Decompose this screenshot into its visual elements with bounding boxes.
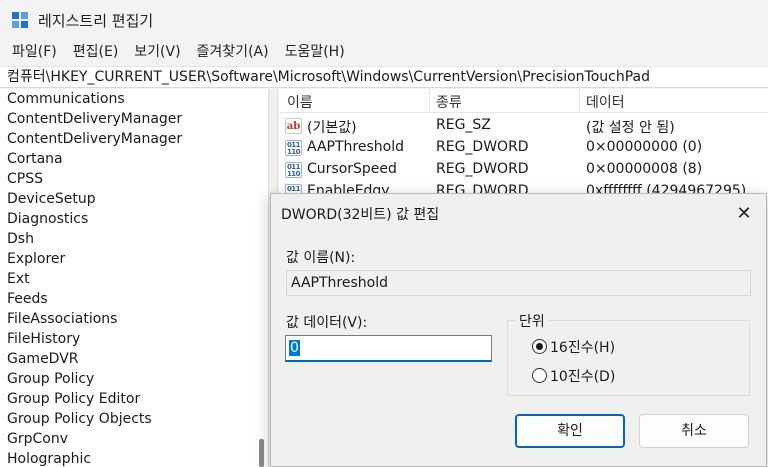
tree-item[interactable]: FileAssociations xyxy=(0,309,268,329)
value-name-label: 값 이름(N): xyxy=(286,250,356,266)
dec-radio-label[interactable]: 10진수(D) xyxy=(550,366,615,386)
value-name: AAPThreshold xyxy=(307,139,404,155)
dialog-title: DWORD(32비트) 값 편집 xyxy=(281,207,440,223)
menu-edit[interactable]: 편집(E) xyxy=(65,38,127,66)
hex-radio-label[interactable]: 16진수(H) xyxy=(550,337,615,357)
value-type: REG_DWORD xyxy=(436,139,529,155)
tree-item[interactable]: FileHistory xyxy=(0,329,268,349)
string-value-icon: ab xyxy=(285,118,302,134)
column-divider[interactable] xyxy=(579,89,580,113)
tree-item[interactable]: Cortana xyxy=(0,149,268,169)
value-type: REG_SZ xyxy=(436,117,491,133)
column-header-data[interactable]: 데이터 xyxy=(586,92,625,112)
value-data: 0×00000008 (8) xyxy=(586,161,703,177)
tree-item[interactable]: Group Policy xyxy=(0,369,268,389)
value-data: (값 설정 안 됨) xyxy=(586,120,675,136)
tree-scrollbar[interactable] xyxy=(256,89,268,467)
value-data-text: 0 xyxy=(289,340,300,356)
tree-item[interactable]: Explorer xyxy=(0,249,268,269)
tree-item[interactable]: CPSS xyxy=(0,169,268,189)
value-name-field: AAPThreshold xyxy=(286,270,751,296)
regedit-app-icon xyxy=(12,12,30,30)
tree-item[interactable]: GrpConv xyxy=(0,429,268,449)
key-tree[interactable]: Communications ContentDeliveryManager Co… xyxy=(0,89,268,467)
tree-item[interactable]: GameDVR xyxy=(0,349,268,369)
tree-item[interactable]: ContentDeliveryManager xyxy=(0,109,268,129)
tree-item[interactable]: Dsh xyxy=(0,229,268,249)
tree-item[interactable]: Ext xyxy=(0,269,268,289)
value-data-label: 값 데이터(V): xyxy=(286,315,368,331)
column-header-name[interactable]: 이름 xyxy=(287,92,313,112)
values-header: 이름 종류 데이터 xyxy=(279,89,768,113)
value-row[interactable]: ab (기본값) REG_SZ (값 설정 안 됨) xyxy=(279,115,768,137)
value-row[interactable]: 011 110 CursorSpeed REG_DWORD 0×00000008… xyxy=(279,159,768,181)
menu-view[interactable]: 보기(V) xyxy=(126,38,188,66)
tree-item[interactable]: Diagnostics xyxy=(0,209,268,229)
value-row[interactable]: 011 110 AAPThreshold REG_DWORD 0×0000000… xyxy=(279,137,768,159)
menu-favorites[interactable]: 즐겨찾기(A) xyxy=(189,38,277,66)
tree-item[interactable]: Holographic xyxy=(0,449,268,467)
dec-radio[interactable] xyxy=(532,368,547,383)
value-data-input[interactable]: 0 xyxy=(285,335,492,362)
close-icon[interactable]: ✕ xyxy=(732,202,756,226)
base-group-label: 단위 xyxy=(516,311,548,331)
menu-bar: 파일(F) 편집(E) 보기(V) 즐겨찾기(A) 도움말(H) xyxy=(0,38,353,66)
value-name: CursorSpeed xyxy=(307,161,397,177)
binary-value-icon: 011 110 xyxy=(285,162,302,178)
address-bar[interactable]: 컴퓨터\HKEY_CURRENT_USER\Software\Microsoft… xyxy=(0,66,768,88)
tree-item[interactable]: Group Policy Objects xyxy=(0,409,268,429)
value-data: 0×00000000 (0) xyxy=(586,139,703,155)
edit-dword-dialog: DWORD(32비트) 값 편집 ✕ 값 이름(N): AAPThreshold… xyxy=(270,193,767,467)
window-title: 레지스트리 편집기 xyxy=(38,12,154,30)
tree-item[interactable]: Group Policy Editor xyxy=(0,389,268,409)
menu-file[interactable]: 파일(F) xyxy=(4,38,65,66)
tree-item[interactable]: ContentDeliveryManager xyxy=(0,129,268,149)
tree-scrollbar-thumb[interactable] xyxy=(259,439,264,467)
column-divider[interactable] xyxy=(429,89,430,113)
hex-radio[interactable] xyxy=(532,339,547,354)
column-header-type[interactable]: 종류 xyxy=(436,92,462,112)
tree-item[interactable]: Communications xyxy=(0,89,268,109)
base-group: 단위 16진수(H) 10진수(D) xyxy=(507,311,750,396)
cancel-button[interactable]: 취소 xyxy=(639,414,749,448)
value-name: (기본값) xyxy=(307,120,357,136)
tree-item[interactable]: Feeds xyxy=(0,289,268,309)
value-type: REG_DWORD xyxy=(436,161,529,177)
tree-item[interactable]: DeviceSetup xyxy=(0,189,268,209)
menu-help[interactable]: 도움말(H) xyxy=(277,38,353,66)
ok-button[interactable]: 확인 xyxy=(515,414,625,448)
title-bar: 레지스트리 편집기 xyxy=(0,0,768,38)
binary-value-icon: 011 110 xyxy=(285,140,302,156)
